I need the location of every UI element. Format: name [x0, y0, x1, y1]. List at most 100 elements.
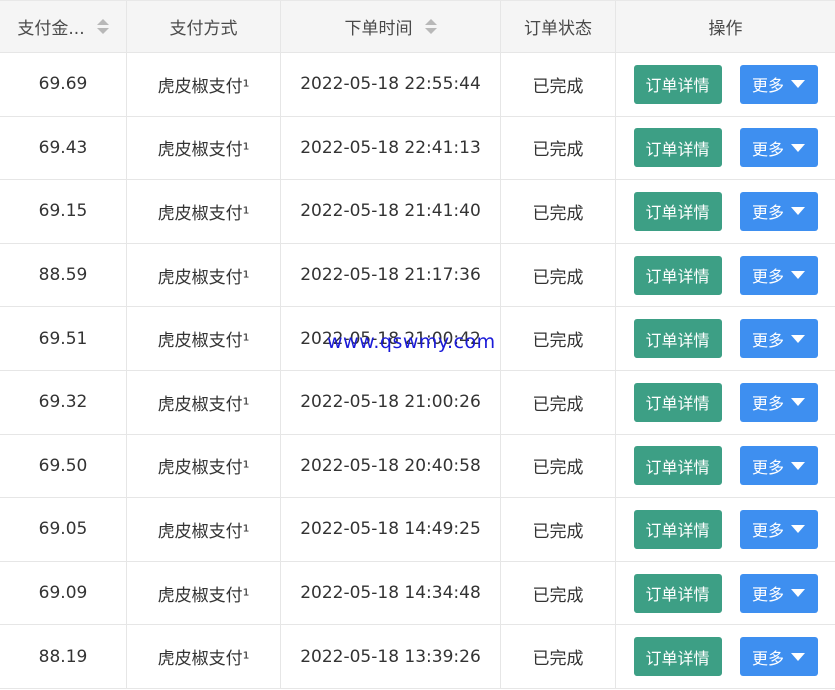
more-button-label: 更多 [751, 267, 784, 287]
amount-cell: 69.51 [0, 307, 127, 370]
order-detail-button[interactable]: 订单详情 [633, 64, 722, 104]
more-button-label: 更多 [751, 648, 784, 668]
more-button[interactable]: 更多 [739, 255, 818, 295]
method-cell: 虎皮椒支付¹ [127, 116, 281, 180]
more-button-label: 更多 [751, 203, 784, 223]
amount-cell: 69.15 [0, 180, 127, 243]
action-cell: 订单详情 更多 [616, 498, 835, 561]
sort-icon[interactable] [96, 19, 109, 34]
order-detail-button[interactable]: 订单详情 [633, 509, 722, 549]
table-row: 88.59 虎皮椒支付¹ 2022-05-18 21:17:36 已完成 订单详… [0, 243, 835, 308]
caret-down-icon [791, 80, 805, 89]
action-cell: 订单详情 更多 [616, 562, 835, 625]
more-button[interactable]: 更多 [739, 319, 818, 359]
table-header: 支付金... 支付方式 下单时间 订单状态 操作 [0, 1, 835, 53]
action-cell: 订单详情 更多 [616, 117, 835, 180]
header-method: 支付方式 [127, 1, 281, 52]
header-amount-label: 支付金... [17, 19, 85, 39]
header-action-label: 操作 [708, 19, 743, 39]
header-status-label: 订单状态 [524, 19, 592, 39]
time-cell: 2022-05-18 13:39:26 [281, 625, 501, 688]
status-cell: 已完成 [501, 434, 616, 498]
more-button[interactable]: 更多 [739, 382, 818, 422]
method-cell: 虎皮椒支付¹ [127, 370, 281, 434]
more-button[interactable]: 更多 [739, 509, 818, 549]
time-cell: 2022-05-18 21:00:26 [281, 370, 501, 434]
method-cell: 虎皮椒支付¹ [127, 561, 281, 625]
action-cell: 订单详情 更多 [616, 435, 835, 498]
order-detail-button[interactable]: 订单详情 [633, 382, 722, 422]
sort-icon[interactable] [424, 19, 437, 34]
amount-cell: 88.59 [0, 243, 127, 307]
more-button-label: 更多 [751, 394, 784, 414]
time-cell: 2022-05-18 14:34:48 [281, 561, 501, 625]
caret-down-icon [791, 143, 805, 152]
action-cell: 订单详情 更多 [616, 180, 835, 243]
method-cell: 虎皮椒支付¹ [127, 434, 281, 498]
header-action: 操作 [616, 1, 835, 52]
action-cell: 订单详情 更多 [616, 371, 835, 434]
more-button[interactable]: 更多 [739, 64, 818, 104]
table-row: 69.05 虎皮椒支付¹ 2022-05-18 14:49:25 已完成 订单详… [0, 498, 835, 562]
caret-down-icon [791, 525, 805, 534]
status-cell: 已完成 [501, 498, 616, 561]
status-cell: 已完成 [501, 307, 616, 370]
caret-down-icon [791, 461, 805, 470]
time-cell: 2022-05-18 22:41:13 [281, 116, 501, 180]
more-button[interactable]: 更多 [739, 191, 818, 231]
order-detail-button[interactable]: 订单详情 [633, 191, 722, 231]
caret-down-icon [791, 207, 805, 216]
order-detail-button[interactable]: 订单详情 [633, 573, 722, 613]
time-cell: 2022-05-18 14:49:25 [281, 498, 501, 561]
order-detail-button[interactable]: 订单详情 [633, 128, 722, 168]
status-cell: 已完成 [501, 561, 616, 625]
caret-down-icon [791, 334, 805, 343]
status-cell: 已完成 [501, 243, 616, 307]
method-cell: 虎皮椒支付¹ [127, 180, 281, 243]
more-button-label: 更多 [751, 457, 784, 477]
order-detail-button[interactable]: 订单详情 [633, 255, 722, 295]
table-row: 88.19 虎皮椒支付¹ 2022-05-18 13:39:26 已完成 订单详… [0, 625, 835, 689]
action-cell: 订单详情 更多 [616, 625, 835, 688]
action-cell: 订单详情 更多 [616, 307, 835, 370]
status-cell: 已完成 [501, 625, 616, 688]
order-detail-button[interactable]: 订单详情 [633, 637, 722, 677]
status-cell: 已完成 [501, 53, 616, 116]
table-row: 69.50 虎皮椒支付¹ 2022-05-18 20:40:58 已完成 订单详… [0, 434, 835, 499]
amount-cell: 69.43 [0, 116, 127, 180]
table-row: 69.43 虎皮椒支付¹ 2022-05-18 22:41:13 已完成 订单详… [0, 116, 835, 181]
more-button[interactable]: 更多 [739, 446, 818, 486]
status-cell: 已完成 [501, 180, 616, 243]
table-row: 69.15 虎皮椒支付¹ 2022-05-18 21:41:40 已完成 订单详… [0, 180, 835, 244]
action-cell: 订单详情 更多 [616, 244, 835, 307]
caret-down-icon [791, 652, 805, 661]
amount-cell: 69.32 [0, 370, 127, 434]
more-button-label: 更多 [751, 521, 784, 541]
caret-down-icon [791, 589, 805, 598]
time-cell: 2022-05-18 22:55:44 [281, 53, 501, 116]
method-cell: 虎皮椒支付¹ [127, 243, 281, 307]
more-button-label: 更多 [751, 76, 784, 96]
method-cell: 虎皮椒支付¹ [127, 625, 281, 688]
header-time[interactable]: 下单时间 [281, 1, 501, 52]
header-status: 订单状态 [501, 1, 616, 52]
amount-cell: 69.50 [0, 434, 127, 498]
action-cell: 订单详情 更多 [616, 53, 835, 116]
table-row: 69.32 虎皮椒支付¹ 2022-05-18 21:00:26 已完成 订单详… [0, 370, 835, 435]
method-cell: 虎皮椒支付¹ [127, 307, 281, 370]
table-row: 69.09 虎皮椒支付¹ 2022-05-18 14:34:48 已完成 订单详… [0, 561, 835, 626]
time-cell: 2022-05-18 20:40:58 [281, 434, 501, 498]
table-row: 69.69 虎皮椒支付¹ 2022-05-18 22:55:44 已完成 订单详… [0, 53, 835, 117]
order-detail-button[interactable]: 订单详情 [633, 319, 722, 359]
method-cell: 虎皮椒支付¹ [127, 53, 281, 116]
status-cell: 已完成 [501, 370, 616, 434]
header-method-label: 支付方式 [169, 19, 238, 39]
order-detail-button[interactable]: 订单详情 [633, 446, 722, 486]
time-cell: 2022-05-18 21:41:40 [281, 180, 501, 243]
more-button[interactable]: 更多 [739, 573, 818, 613]
more-button[interactable]: 更多 [739, 637, 818, 677]
more-button[interactable]: 更多 [739, 128, 818, 168]
more-button-label: 更多 [751, 585, 784, 605]
header-amount[interactable]: 支付金... [0, 1, 127, 52]
watermark: www.qswmy.com [327, 331, 496, 353]
